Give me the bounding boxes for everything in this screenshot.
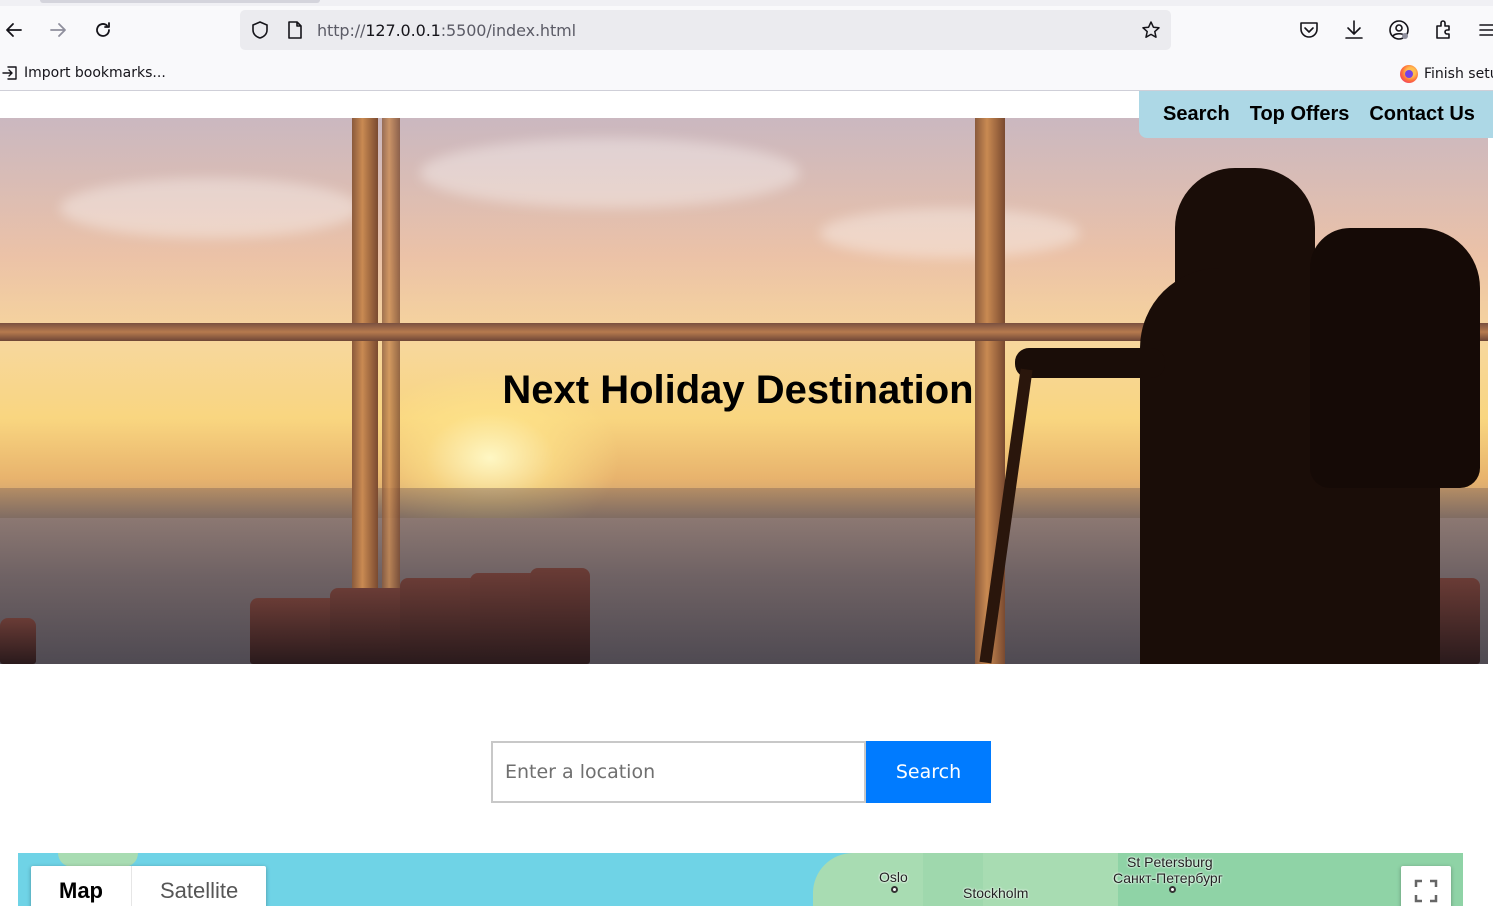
finish-setup-item[interactable]: Finish setu (1400, 65, 1493, 83)
location-search-form: Search (491, 741, 991, 803)
import-bookmarks-label: Import bookmarks... (24, 65, 166, 81)
account-icon[interactable] (1387, 18, 1411, 42)
url-text[interactable]: http://127.0.0.1:5500/index.html (317, 21, 576, 40)
back-button[interactable] (0, 16, 28, 44)
url-path: :5500/index.html (440, 21, 576, 40)
map-widget[interactable]: Map Satellite Oslo Stockholm St Petersbu… (18, 853, 1463, 906)
reload-button[interactable] (89, 16, 117, 44)
fullscreen-icon (1414, 879, 1438, 903)
map-tab-satellite[interactable]: Satellite (132, 866, 266, 906)
page-icon (288, 21, 302, 39)
map-marker-st-petersburg (1169, 886, 1176, 893)
back-arrow-icon (6, 23, 22, 37)
reload-icon (96, 22, 110, 37)
map-label-st-petersburg: St Petersburg (1127, 854, 1213, 870)
page-viewport: Next Holiday Destination Search Top Offe… (0, 91, 1493, 906)
address-bar[interactable]: http://127.0.0.1:5500/index.html (240, 10, 1171, 50)
bookmarks-toolbar: Import bookmarks... Finish setu (0, 60, 1493, 88)
tab-strip (0, 0, 1493, 6)
forward-arrow-icon (50, 23, 66, 37)
menu-icon[interactable] (1476, 18, 1493, 42)
nav-link-search[interactable]: Search (1163, 103, 1230, 126)
url-prefix: http:// (317, 21, 366, 40)
import-icon (2, 66, 17, 80)
extensions-icon[interactable] (1432, 18, 1456, 42)
nav-link-top-offers[interactable]: Top Offers (1250, 103, 1350, 126)
browser-chrome: http://127.0.0.1:5500/index.html Import … (0, 0, 1493, 91)
download-icon[interactable] (1342, 18, 1366, 42)
map-label-oslo: Oslo (879, 869, 908, 885)
map-type-control: Map Satellite (31, 866, 267, 906)
map-label-st-petersburg-ru: Санкт-Петербург (1113, 870, 1223, 886)
url-host: 127.0.0.1 (365, 21, 441, 40)
forward-button[interactable] (44, 16, 72, 44)
map-tab-map[interactable]: Map (31, 866, 132, 906)
nav-link-contact-us[interactable]: Contact Us (1369, 103, 1475, 126)
fullscreen-button[interactable] (1401, 866, 1451, 906)
pocket-icon[interactable] (1297, 18, 1321, 42)
import-bookmarks-item[interactable]: Import bookmarks... (2, 65, 166, 81)
map-label-stockholm: Stockholm (963, 885, 1029, 901)
location-input[interactable] (491, 741, 866, 803)
map-marker-oslo (891, 886, 898, 893)
search-button[interactable]: Search (866, 741, 991, 803)
finish-setup-label: Finish setu (1424, 66, 1493, 82)
hero-title: Next Holiday Destination (502, 368, 974, 412)
top-navigation: Search Top Offers Contact Us (1139, 91, 1493, 138)
shield-icon[interactable] (250, 20, 270, 40)
active-tab[interactable] (40, 0, 320, 3)
hero-banner: Next Holiday Destination (0, 118, 1488, 664)
firefox-logo-icon (1400, 65, 1418, 83)
bookmark-star-icon[interactable] (1141, 20, 1161, 40)
